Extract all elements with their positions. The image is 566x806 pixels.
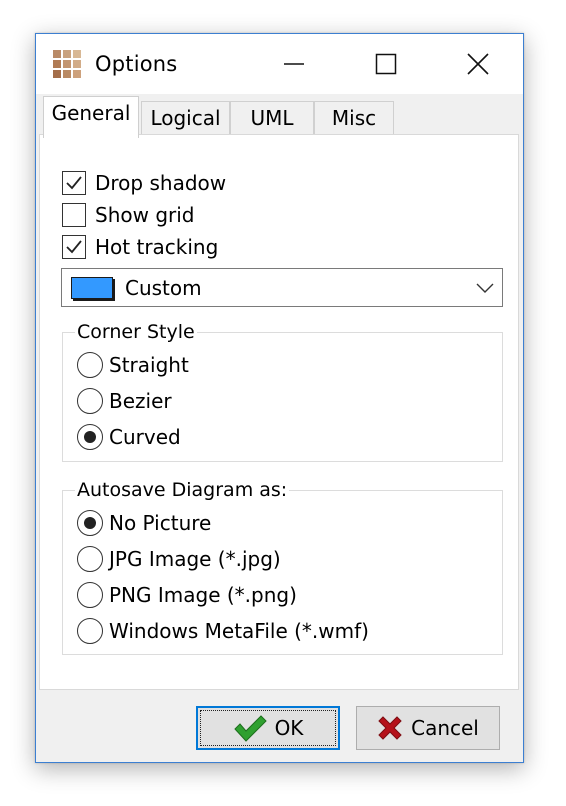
drop-shadow-checkbox[interactable]: Drop shadow xyxy=(62,169,226,197)
radio-circle xyxy=(77,424,103,450)
curved-radio[interactable]: Curved xyxy=(77,422,181,452)
radio-dot xyxy=(84,517,96,529)
radio-circle xyxy=(77,388,103,414)
close-button[interactable] xyxy=(432,34,523,94)
minimize-button[interactable] xyxy=(248,34,340,94)
options-dialog: Options General Logical UML Misc Drop sh… xyxy=(35,33,524,763)
tab-misc[interactable]: Misc xyxy=(314,101,394,136)
checkbox-box xyxy=(62,235,86,259)
tab-general[interactable]: General xyxy=(43,96,139,138)
tab-strip: General Logical UML Misc xyxy=(36,94,523,138)
radio-label: Windows MetaFile (*.wmf) xyxy=(109,619,369,643)
checkbox-label: Show grid xyxy=(95,203,195,227)
dropdown-value: Custom xyxy=(125,275,202,300)
maximize-icon xyxy=(375,53,397,75)
ok-button[interactable]: OK xyxy=(196,706,340,750)
radio-circle xyxy=(77,546,103,572)
group-legend: Corner Style xyxy=(75,320,197,344)
radio-circle xyxy=(77,582,103,608)
radio-label: No Picture xyxy=(109,511,212,535)
window-title: Options xyxy=(95,52,178,76)
grid-app-icon xyxy=(53,50,81,78)
wmf-radio[interactable]: Windows MetaFile (*.wmf) xyxy=(77,616,369,646)
radio-label: Bezier xyxy=(109,389,172,413)
show-grid-checkbox[interactable]: Show grid xyxy=(62,201,195,229)
straight-radio[interactable]: Straight xyxy=(77,350,189,380)
cancel-button[interactable]: Cancel xyxy=(356,706,500,750)
close-icon xyxy=(466,53,489,75)
bezier-radio[interactable]: Bezier xyxy=(77,386,172,416)
autosave-group: Autosave Diagram as: No Picture JPG Imag… xyxy=(62,478,503,655)
chevron-down-icon[interactable] xyxy=(468,269,502,306)
color-swatch xyxy=(71,276,113,299)
minimize-icon xyxy=(284,63,304,65)
radio-label: Straight xyxy=(109,353,189,377)
jpg-image-radio[interactable]: JPG Image (*.jpg) xyxy=(77,544,281,574)
general-tab-panel: Drop shadow Show grid Hot tracking Custo… xyxy=(39,134,519,690)
tab-uml[interactable]: UML xyxy=(230,101,314,136)
checkmark-icon xyxy=(66,176,82,190)
radio-circle xyxy=(77,510,103,536)
radio-label: Curved xyxy=(109,425,181,449)
radio-label: PNG Image (*.png) xyxy=(109,583,297,607)
checkbox-label: Hot tracking xyxy=(95,235,219,259)
group-legend: Autosave Diagram as: xyxy=(75,478,290,502)
green-check-icon xyxy=(233,714,267,742)
ok-label: OK xyxy=(274,716,304,740)
checkbox-box xyxy=(62,171,86,195)
checkmark-icon xyxy=(66,240,82,254)
checkbox-label: Drop shadow xyxy=(95,171,227,195)
color-dropdown[interactable]: Custom xyxy=(61,268,503,307)
title-bar[interactable]: Options xyxy=(36,34,523,94)
hot-tracking-checkbox[interactable]: Hot tracking xyxy=(62,233,218,261)
red-x-icon xyxy=(377,715,403,741)
radio-circle xyxy=(77,618,103,644)
checkbox-box xyxy=(62,203,86,227)
tab-logical[interactable]: Logical xyxy=(141,101,230,136)
cancel-label: Cancel xyxy=(411,716,479,740)
png-image-radio[interactable]: PNG Image (*.png) xyxy=(77,580,297,610)
radio-dot xyxy=(84,431,96,443)
no-picture-radio[interactable]: No Picture xyxy=(77,508,211,538)
maximize-button[interactable] xyxy=(340,34,432,94)
radio-circle xyxy=(77,352,103,378)
corner-style-group: Corner Style Straight Bezier Curved xyxy=(62,320,503,462)
radio-label: JPG Image (*.jpg) xyxy=(109,547,281,571)
